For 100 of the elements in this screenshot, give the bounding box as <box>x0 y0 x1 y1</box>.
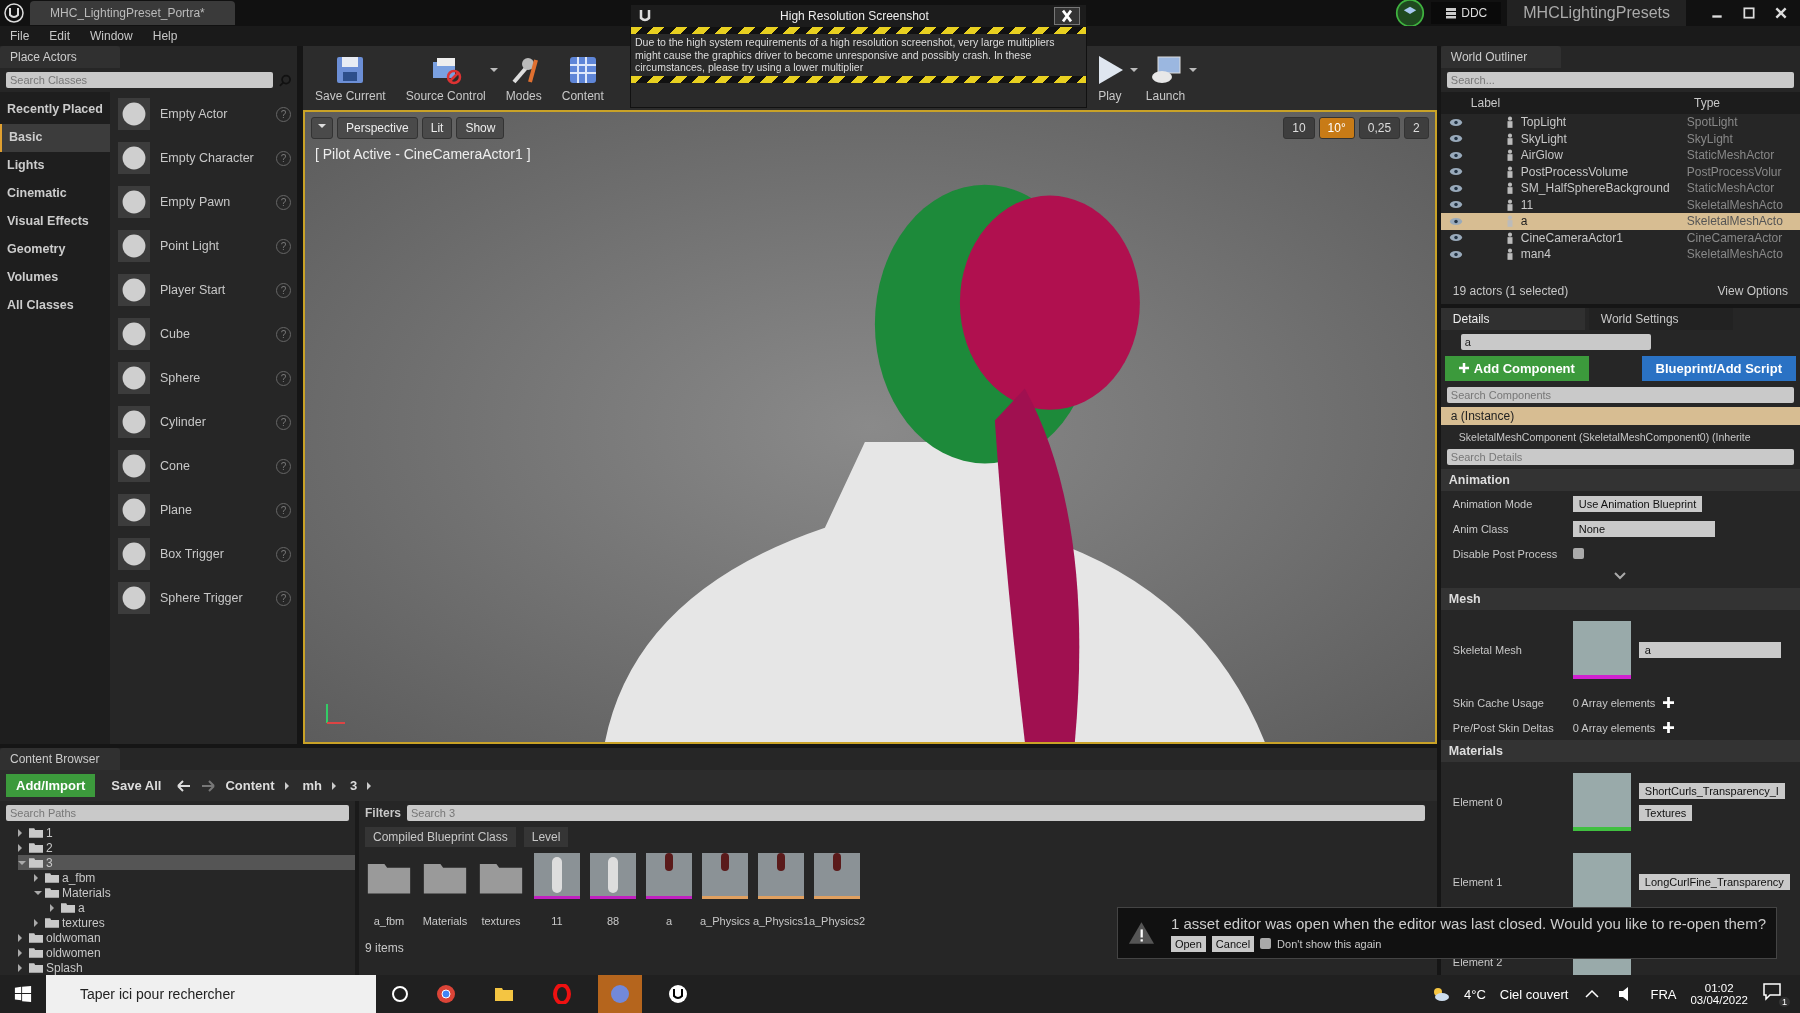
search-field[interactable]: Search Details <box>1446 449 1794 465</box>
weather-label[interactable]: Ciel couvert <box>1499 986 1569 1002</box>
category-tab[interactable]: Visual Effects <box>0 208 110 236</box>
dropdown[interactable]: None <box>1572 520 1715 537</box>
folder-tree-item[interactable]: a <box>50 900 355 915</box>
document-tab[interactable]: MHC_LightingPreset_Portra* <box>30 1 235 25</box>
panel-tab[interactable]: World Outliner <box>1440 46 1561 68</box>
eye-icon[interactable] <box>1448 134 1463 144</box>
actor-name-field[interactable]: a <box>1460 334 1651 350</box>
viewport-option-button[interactable]: Perspective <box>337 117 418 139</box>
actor-label[interactable]: Cylinder <box>160 415 266 429</box>
mesh-thumbnail[interactable] <box>814 853 860 899</box>
eye-icon[interactable] <box>1448 249 1463 259</box>
mesh-thumbnail[interactable] <box>646 853 692 899</box>
asset-dropdown[interactable]: a <box>1638 642 1781 658</box>
dropdown[interactable]: Use Animation Blueprint <box>1572 495 1703 512</box>
viewport-option-button[interactable]: Lit <box>421 117 453 139</box>
folder-tree-item[interactable]: 1 <box>18 825 355 840</box>
panel-tab[interactable]: Place Actors <box>0 46 120 68</box>
panel-tab[interactable]: Details <box>1440 308 1585 330</box>
asset-dropdown[interactable]: ShortCurls_Transparency_I <box>1638 783 1785 799</box>
search-field[interactable]: Search 3 <box>407 805 1425 821</box>
outliner-row[interactable]: TopLight SpotLight <box>1440 114 1800 131</box>
panel-tab[interactable]: Content Browser <box>0 748 120 770</box>
component-item[interactable]: a (Instance) <box>1440 407 1800 425</box>
close-icon[interactable] <box>1054 7 1080 25</box>
outliner-row[interactable]: CineCameraActor1 CineCameraActor <box>1440 229 1800 246</box>
taskbar-search-field[interactable]: Taper ici pour rechercher <box>46 975 376 1013</box>
category-tab[interactable]: Cinematic <box>0 180 110 208</box>
filter-chip[interactable]: Level <box>523 827 569 847</box>
save-all-button[interactable]: Save All <box>105 777 168 794</box>
mesh-thumbnail[interactable] <box>758 853 804 899</box>
category-tab[interactable]: Lights <box>0 152 110 180</box>
maximize-icon[interactable] <box>1742 6 1756 20</box>
actor-label[interactable]: Cube <box>160 327 266 341</box>
notification-button[interactable]: Cancel <box>1211 935 1255 952</box>
source-control-status-icon[interactable] <box>1395 0 1426 28</box>
actor-label[interactable]: Cone <box>160 459 266 473</box>
plus-icon[interactable] <box>1663 697 1675 708</box>
filter-chip[interactable]: Compiled Blueprint Class <box>365 827 516 847</box>
eye-icon[interactable] <box>1448 167 1463 177</box>
outliner-row[interactable]: AirGlow StaticMeshActor <box>1440 147 1800 164</box>
toolbar-button[interactable]: Modes <box>497 46 550 110</box>
actor-label[interactable]: Empty Pawn <box>160 195 266 209</box>
checkbox-label[interactable]: Don't show this again <box>1277 937 1382 950</box>
component-item[interactable]: SkeletalMeshComponent (SkeletalMeshComponent0) (Inherite <box>1440 429 1800 445</box>
category-tab[interactable]: All Classes <box>0 292 110 320</box>
menu-item[interactable]: Window <box>90 29 133 43</box>
eye-icon[interactable] <box>1448 216 1463 226</box>
toolbar-button[interactable]: Play <box>1085 46 1134 110</box>
outliner-row[interactable]: SM_HalfSphereBackground StaticMeshActor <box>1440 180 1800 197</box>
blueprint-button[interactable]: Blueprint/Add Script <box>1641 356 1796 381</box>
folder-tree-item[interactable]: oldwoman <box>18 930 355 945</box>
filters-button[interactable]: Filters <box>365 806 401 820</box>
toolbar-button[interactable]: Save Current <box>307 46 394 110</box>
folder-tree-item[interactable]: 2 <box>18 840 355 855</box>
column-header[interactable]: Label <box>1470 96 1501 110</box>
actor-label[interactable]: Player Start <box>160 283 266 297</box>
plus-icon[interactable] <box>1663 722 1675 733</box>
figure-thumbnail[interactable] <box>534 853 580 899</box>
outliner-row[interactable]: SkyLight SkyLight <box>1440 130 1800 147</box>
toolbar-button[interactable]: Content <box>553 46 612 110</box>
checkbox[interactable] <box>1572 548 1584 559</box>
category-tab[interactable]: Recently Placed <box>0 96 110 124</box>
panel-tab[interactable]: World Settings <box>1588 308 1733 330</box>
toolbar-button[interactable]: Source Control <box>397 46 494 110</box>
actor-label[interactable]: Box Trigger <box>160 547 266 561</box>
language-indicator[interactable]: FRA <box>1650 986 1677 1002</box>
section-header[interactable]: Mesh <box>1440 588 1800 610</box>
search-field[interactable]: Search... <box>1446 72 1794 88</box>
outliner-row[interactable]: man4 SkeletalMeshActo <box>1440 246 1800 263</box>
folder-tree-item[interactable]: oldwomen <box>18 945 355 960</box>
toolbar-button[interactable]: Launch <box>1137 46 1194 110</box>
viewport-option-button[interactable]: Show <box>456 117 505 139</box>
notification-center-button[interactable]: 1 <box>1762 981 1790 1007</box>
actor-label[interactable]: Empty Actor <box>160 107 266 121</box>
actor-label[interactable]: Sphere Trigger <box>160 591 266 605</box>
viewport-menu-button[interactable] <box>311 117 333 139</box>
forward-arrow-icon[interactable] <box>201 779 216 792</box>
eye-icon[interactable] <box>1448 117 1463 127</box>
asset-dropdown[interactable]: LongCurlFine_Transparency <box>1638 874 1790 890</box>
eye-icon[interactable] <box>1448 183 1463 193</box>
textures-dropdown[interactable]: Textures <box>1638 805 1693 821</box>
snap-setting-button[interactable]: 2 <box>1404 117 1429 139</box>
menu-item[interactable]: File <box>10 29 30 43</box>
temperature[interactable]: 4°C <box>1463 986 1486 1002</box>
outliner-row[interactable]: 11 SkeletalMeshActo <box>1440 196 1800 213</box>
back-arrow-icon[interactable] <box>177 779 192 792</box>
section-header[interactable]: Materials <box>1440 740 1800 762</box>
figure-thumbnail[interactable] <box>590 853 636 899</box>
checkbox[interactable] <box>1260 938 1272 949</box>
outliner-row[interactable]: PostProcessVolume PostProcessVolur <box>1440 163 1800 180</box>
breadcrumb-link[interactable]: Content <box>225 778 275 793</box>
mesh-thumbnail[interactable] <box>702 853 748 899</box>
snap-setting-button[interactable]: 10 <box>1283 117 1315 139</box>
folder-tree-item[interactable]: 3 <box>18 855 355 870</box>
folder-tree-item[interactable]: a_fbm <box>34 870 355 885</box>
eye-icon[interactable] <box>1448 200 1463 210</box>
clock[interactable]: 01:02 03/04/2022 <box>1690 982 1748 1006</box>
actor-label[interactable]: Plane <box>160 503 266 517</box>
